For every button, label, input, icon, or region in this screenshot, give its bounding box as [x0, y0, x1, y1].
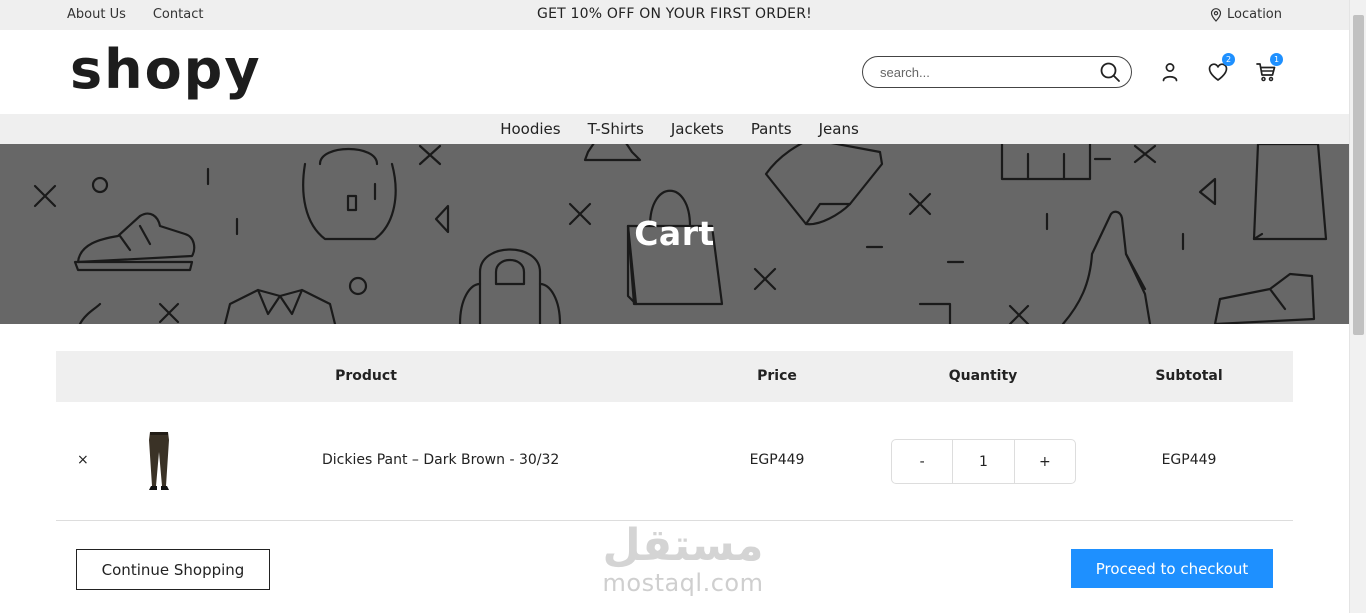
- location-link[interactable]: Location: [1210, 7, 1282, 22]
- subtotal-column-header: Subtotal: [1155, 368, 1223, 384]
- product-name-link[interactable]: Dickies Pant – Dark Brown - 30/32: [322, 452, 559, 468]
- top-bar: About Us Contact GET 10% OFF ON YOUR FIR…: [0, 0, 1349, 30]
- remove-item-button[interactable]: ×: [77, 452, 89, 468]
- quantity-decrease-button[interactable]: -: [892, 440, 952, 483]
- promo-text: GET 10% OFF ON YOUR FIRST ORDER!: [537, 6, 812, 22]
- nav-item-jackets[interactable]: Jackets: [671, 120, 724, 138]
- header: shopy 2: [0, 30, 1349, 114]
- page-banner: Cart: [0, 144, 1349, 324]
- search-box: [862, 56, 1132, 88]
- location-pin-icon: [1210, 7, 1222, 22]
- account-button[interactable]: [1158, 60, 1182, 84]
- search-input[interactable]: [880, 63, 1090, 81]
- price-column-header: Price: [757, 368, 797, 384]
- quantity-stepper: - 1 +: [891, 439, 1076, 484]
- logo[interactable]: shopy: [70, 40, 262, 100]
- product-thumbnail[interactable]: [142, 430, 176, 492]
- location-label: Location: [1227, 7, 1282, 22]
- page: About Us Contact GET 10% OFF ON YOUR FIR…: [0, 0, 1349, 613]
- nav-item-jeans[interactable]: Jeans: [819, 120, 859, 138]
- wishlist-button[interactable]: 2: [1206, 53, 1235, 84]
- category-nav: Hoodies T-Shirts Jackets Pants Jeans: [0, 114, 1349, 144]
- user-icon: [1162, 63, 1178, 82]
- product-column-header: Product: [335, 368, 397, 384]
- cart-table: Product Price Quantity Subtotal × Dickie…: [56, 351, 1293, 521]
- wishlist-count-badge: 2: [1222, 53, 1235, 66]
- table-row: × Dickies Pant – Dark Brown - 30/32 EGP4…: [56, 402, 1293, 521]
- quantity-input[interactable]: 1: [952, 440, 1015, 483]
- scrollbar-thumb[interactable]: [1353, 15, 1364, 335]
- watermark: مستقل mostaql.com: [602, 520, 764, 597]
- cart-count-badge: 1: [1270, 53, 1283, 66]
- search-icon[interactable]: [1099, 61, 1121, 83]
- proceed-to-checkout-button[interactable]: Proceed to checkout: [1071, 549, 1273, 588]
- product-price: EGP449: [749, 452, 805, 468]
- watermark-arabic: مستقل: [602, 520, 764, 571]
- nav-item-hoodies[interactable]: Hoodies: [500, 120, 560, 138]
- page-title: Cart: [634, 214, 715, 253]
- quantity-increase-button[interactable]: +: [1015, 440, 1075, 483]
- nav-item-t-shirts[interactable]: T-Shirts: [588, 120, 644, 138]
- watermark-latin: mostaql.com: [602, 569, 764, 597]
- nav-item-pants[interactable]: Pants: [751, 120, 792, 138]
- cart-button[interactable]: 1: [1254, 53, 1283, 84]
- continue-shopping-button[interactable]: Continue Shopping: [76, 549, 270, 590]
- product-subtotal: EGP449: [1161, 452, 1217, 468]
- quantity-column-header: Quantity: [948, 368, 1018, 384]
- cart-table-header: Product Price Quantity Subtotal: [56, 351, 1293, 402]
- page-scrollbar[interactable]: [1349, 0, 1366, 613]
